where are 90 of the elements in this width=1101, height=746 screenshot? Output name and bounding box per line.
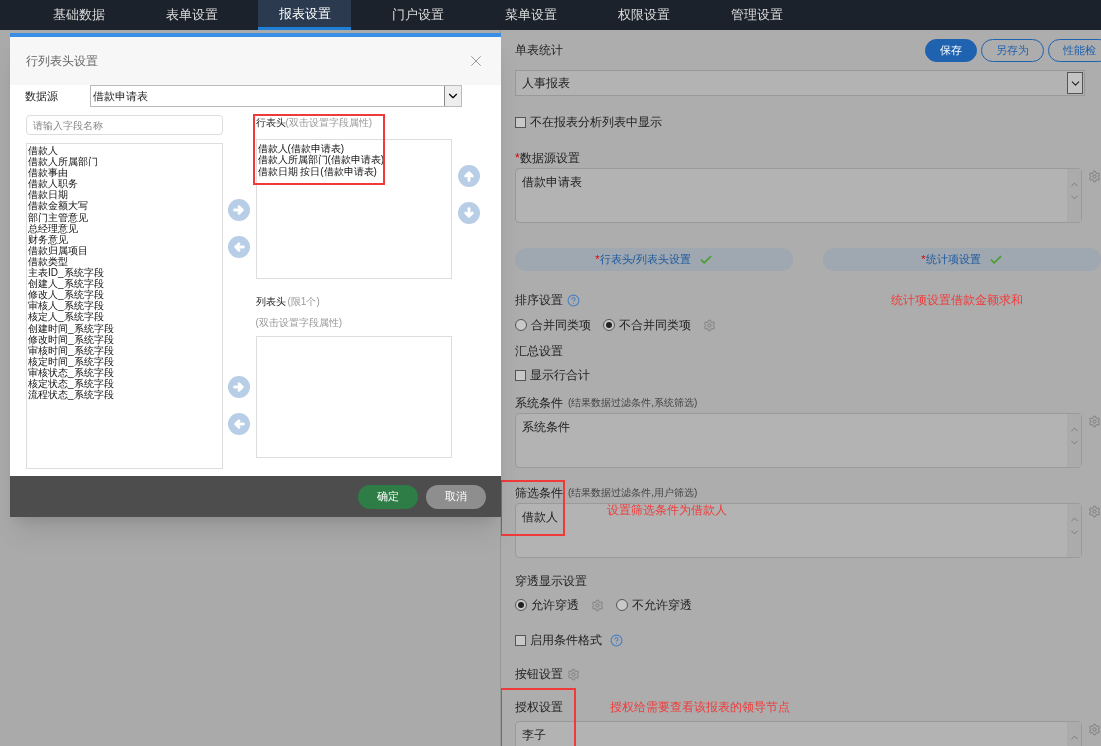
radio-label: 合并同类项 (531, 317, 591, 334)
search-field[interactable]: 请输入字段名称 (26, 115, 223, 135)
field-list-item[interactable]: 核定人_系统字段 (28, 311, 221, 323)
field-list-item[interactable]: 创建人_系统字段 (28, 278, 221, 290)
settings-icon[interactable] (1088, 415, 1101, 428)
radio-label: 不允许穿透 (632, 597, 692, 614)
field-label: 数据源 (25, 88, 59, 104)
row-header-item[interactable]: 借款人(借款申请表) (257, 143, 451, 155)
section-label: 排序设置 (515, 292, 563, 309)
settings-icon[interactable] (591, 598, 604, 612)
field-label: 筛选条件 (515, 486, 563, 500)
arrow-down-icon[interactable] (457, 202, 480, 224)
annotation-text: 设置筛选条件为借款人 (607, 502, 727, 519)
arrow-up-icon[interactable] (457, 165, 480, 187)
nav-tab[interactable]: 报表设置 (258, 0, 351, 30)
field-list-item[interactable]: 借款人 (28, 145, 221, 157)
radio-button[interactable] (616, 599, 628, 611)
section-label: 汇总设置 (515, 343, 564, 360)
field-list-item[interactable]: 借款类型 (28, 255, 221, 268)
confirm-button[interactable]: 确定 (358, 484, 418, 509)
nav-tab[interactable]: 基础数据 (32, 0, 125, 30)
field-list-item[interactable]: 主表ID_系统字段 (28, 267, 221, 279)
nav-tab[interactable]: 表单设置 (145, 0, 238, 30)
checkbox[interactable] (515, 116, 526, 128)
column-header-label: 列表头 (255, 295, 286, 309)
text-area[interactable]: 系统条件 (515, 413, 1082, 468)
checkbox[interactable] (515, 369, 526, 381)
settings-icon[interactable] (567, 667, 580, 681)
select-field[interactable]: 借款申请表 (90, 85, 462, 107)
text-area[interactable]: 借款申请表 (515, 168, 1082, 223)
checkbox[interactable] (515, 634, 526, 646)
required-mark: * (515, 151, 520, 165)
field-list-item[interactable]: 审核人_系统字段 (28, 300, 221, 312)
nav-tab[interactable]: 权限设置 (597, 0, 690, 30)
field-hint: (限1个) (287, 295, 320, 309)
radio-button[interactable] (515, 599, 527, 611)
row-header-item[interactable]: 借款日期 按日(借款申请表) (257, 165, 451, 177)
field-list-item[interactable]: 借款人所属部门 (28, 156, 221, 168)
scrollbar[interactable] (1067, 169, 1081, 222)
radio-label: 允许穿透 (531, 597, 579, 614)
arrow-right-icon[interactable] (228, 199, 251, 221)
field-list-item[interactable]: 流程状态_系统字段 (28, 389, 221, 401)
arrow-left-icon[interactable] (228, 413, 251, 435)
field-list-item[interactable]: 借款人职务 (28, 178, 221, 190)
radio-label: 不合并同类项 (619, 317, 691, 334)
field-label: 系统条件 (515, 396, 563, 410)
section-label: 授权设置 (515, 700, 563, 714)
field-label: 数据源设置 (519, 151, 580, 165)
section-label: 穿透显示设置 (515, 573, 588, 590)
settings-icon[interactable] (1088, 170, 1101, 183)
help-icon[interactable] (567, 293, 580, 307)
field-list-item[interactable]: 总经理意见 (28, 222, 221, 234)
field-hint: (双击设置字段属性) (285, 117, 373, 129)
arrow-right-icon[interactable] (228, 376, 251, 398)
annotation-text: 授权给需要查看该报表的领导节点 (610, 699, 790, 716)
settings-icon[interactable] (1088, 723, 1101, 736)
field-list-item[interactable]: 借款金额大写 (28, 200, 221, 212)
section-label: 按钮设置 (515, 666, 563, 683)
arrow-left-icon[interactable] (228, 236, 251, 258)
field-list-item[interactable]: 创建时间_系统字段 (28, 322, 221, 334)
dialog-title: 行列表头设置 (26, 53, 98, 70)
field-list-item[interactable]: 部门主管意见 (28, 211, 221, 223)
select-field[interactable]: 人事报表 (515, 70, 1085, 96)
nav-tab[interactable]: 管理设置 (710, 0, 803, 30)
checkbox-label: 显示行合计 (530, 367, 590, 384)
field-hint: (结果数据过滤条件,系统筛选) (568, 396, 698, 410)
field-hint: (双击设置字段属性) (255, 316, 344, 330)
annotation-text: 统计项设置借款金额求和 (891, 292, 1023, 309)
field-list-item[interactable]: 修改人_系统字段 (28, 289, 221, 301)
text-area[interactable]: 李子 (515, 721, 1082, 746)
row-header-label: 行表头 (255, 117, 286, 129)
scrollbar[interactable] (1067, 414, 1081, 467)
field-list-item[interactable]: 财务意见 (28, 233, 221, 245)
settings-icon[interactable] (703, 318, 716, 332)
panel-title: 单表统计 (515, 42, 563, 59)
radio-button[interactable] (603, 319, 615, 331)
row-header-item[interactable]: 借款人所属部门(借款申请表) (257, 154, 451, 166)
nav-tab[interactable]: 菜单设置 (484, 0, 577, 30)
field-hint: (结果数据过滤条件,用户筛选) (568, 486, 698, 500)
scrollbar[interactable] (1067, 504, 1081, 557)
toolbar-button[interactable]: 保存 (925, 38, 977, 62)
checkbox-label: 启用条件格式 (530, 632, 602, 649)
help-icon[interactable] (610, 633, 623, 647)
settings-icon[interactable] (1088, 505, 1101, 518)
field-list-item[interactable]: 借款事由 (28, 167, 221, 179)
radio-button[interactable] (515, 319, 527, 331)
field-list-item[interactable]: 借款归属项目 (28, 244, 221, 256)
field-list-item[interactable]: 借款日期 (28, 189, 221, 201)
nav-tab[interactable]: 门户设置 (371, 0, 464, 30)
checkbox-label: 不在报表分析列表中显示 (530, 114, 662, 131)
